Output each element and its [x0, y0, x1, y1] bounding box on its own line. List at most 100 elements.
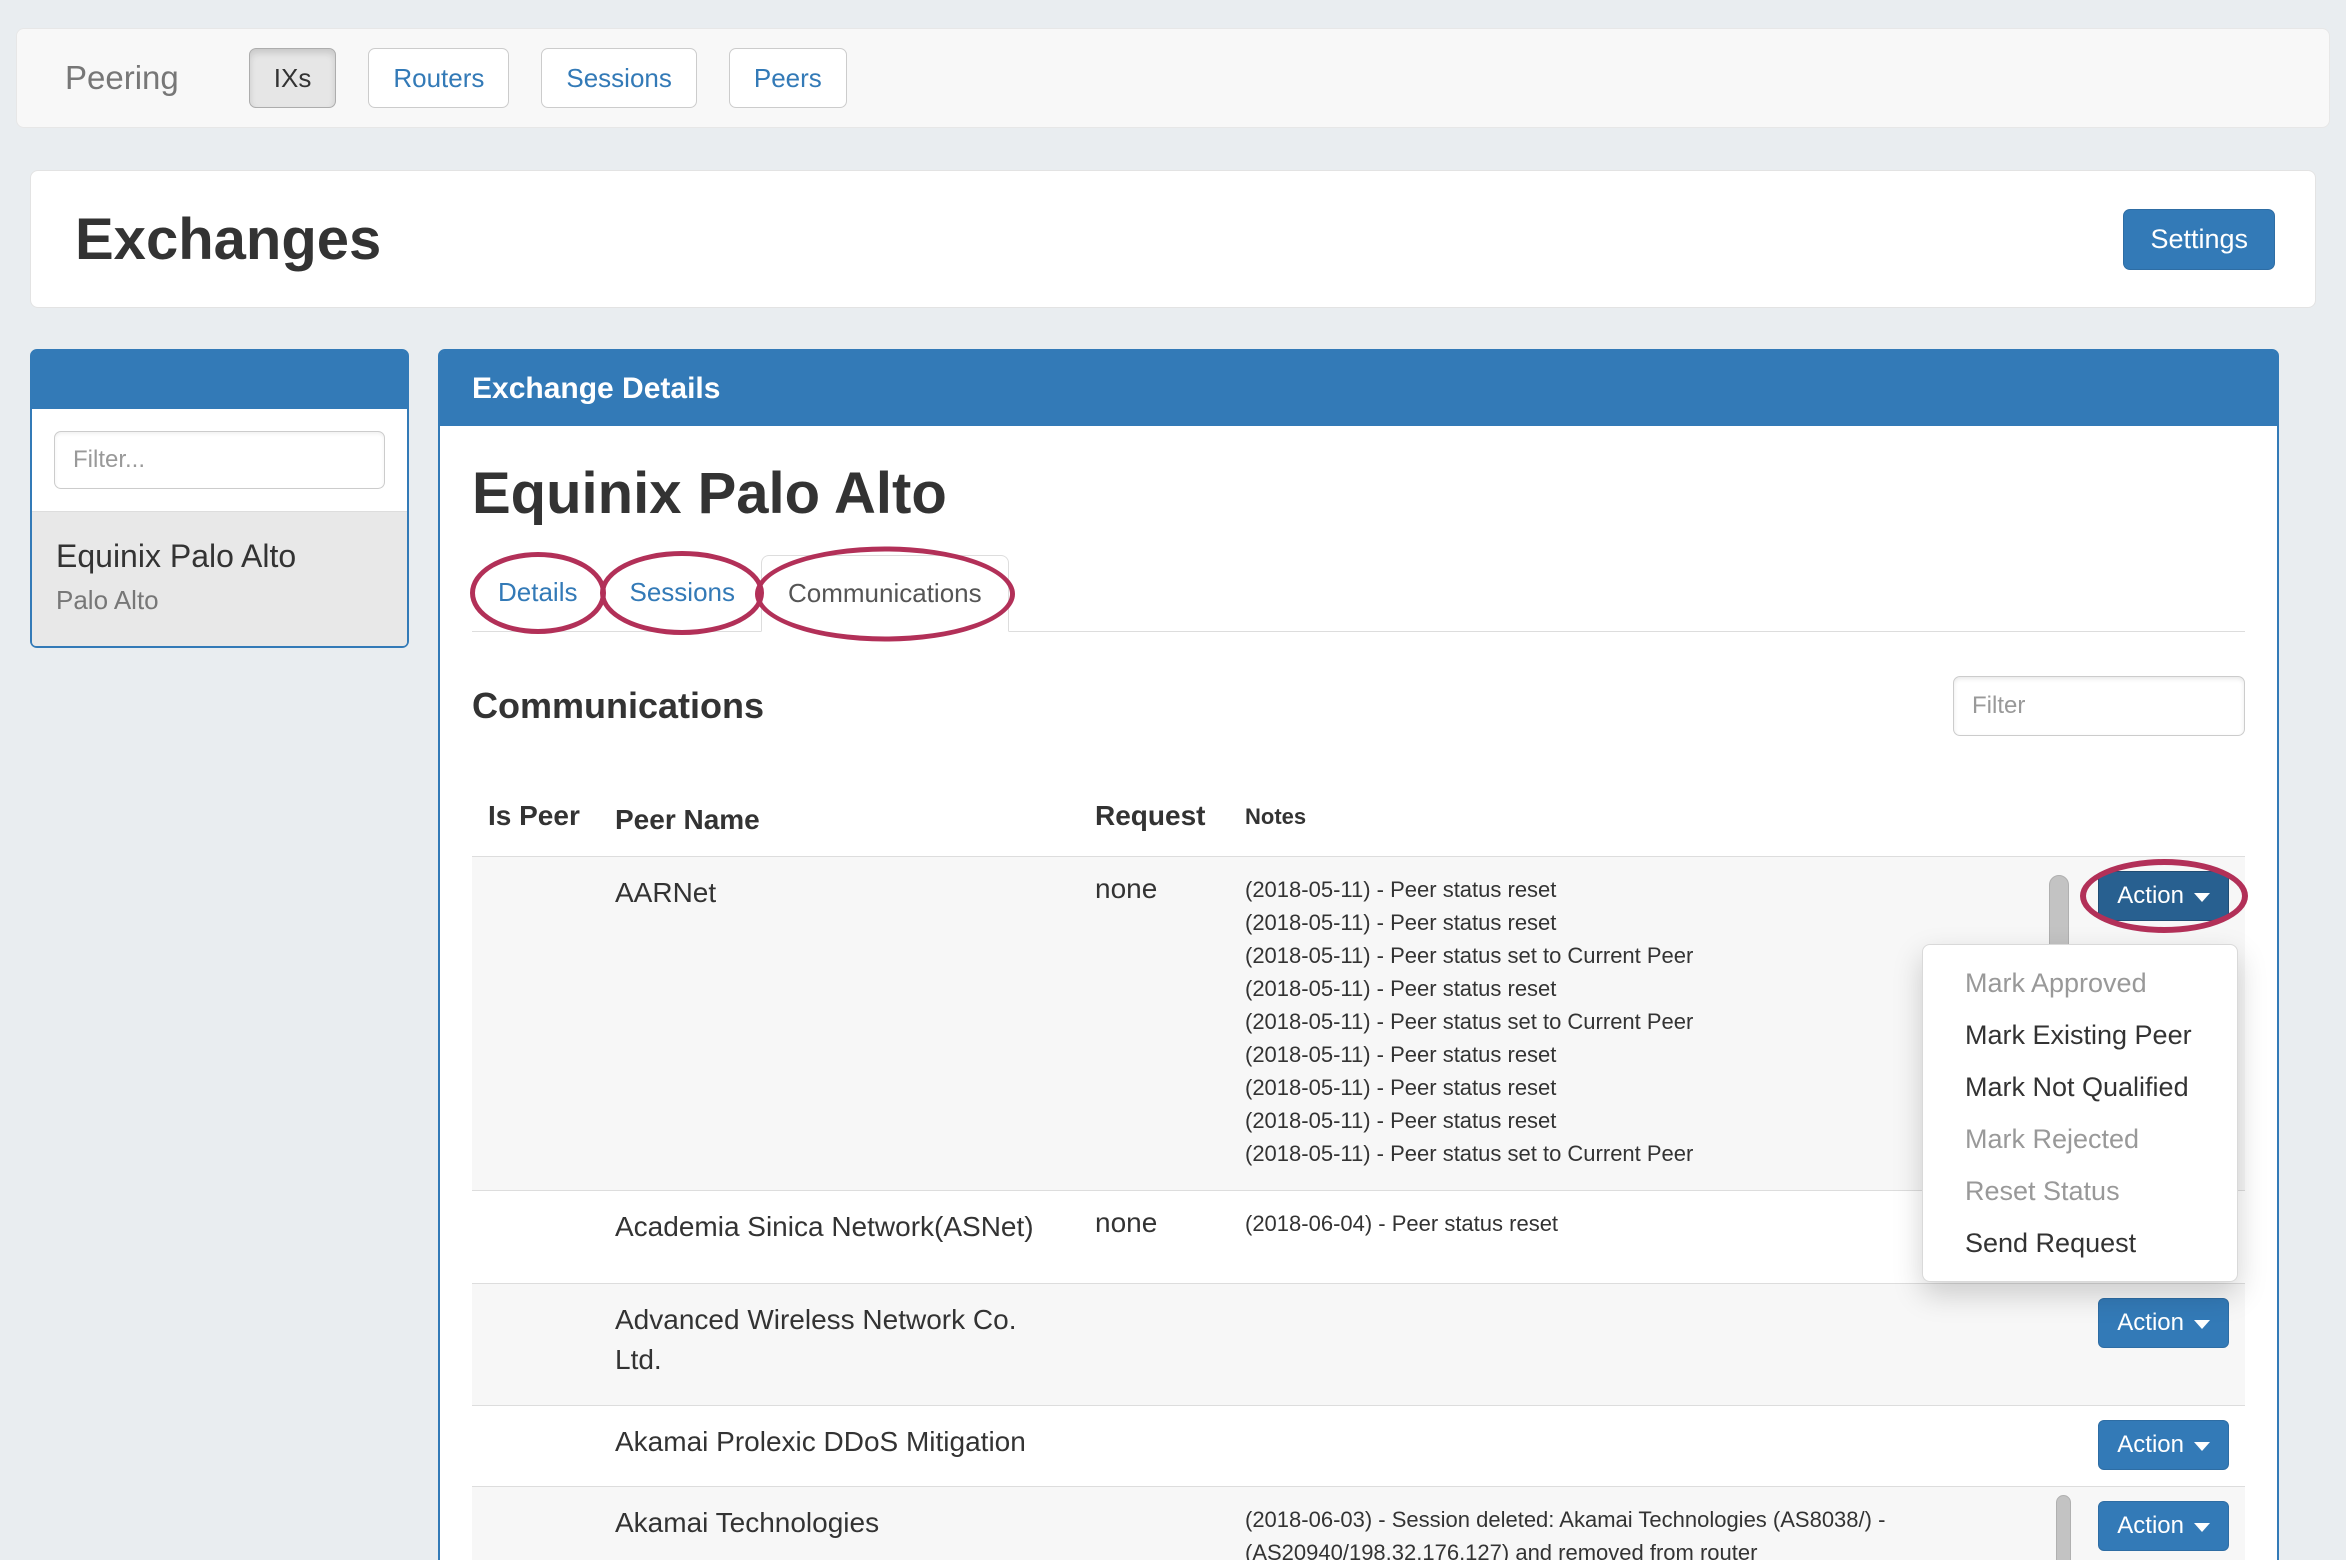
exchange-list-item-location: Palo Alto: [56, 585, 383, 616]
note-line: (2018-05-11) - Peer status reset: [1245, 906, 2039, 939]
column-header-notes: Notes: [1229, 774, 2055, 856]
detail-tabs: Details Sessions Communications: [472, 555, 2245, 632]
content-area: Equinix Palo Alto Palo Alto Exchange Det…: [30, 349, 2279, 1560]
tab-sessions[interactable]: Sessions: [603, 555, 761, 631]
action-button[interactable]: Action: [2098, 1501, 2229, 1551]
chevron-down-icon: [2194, 1442, 2210, 1451]
tab-communications[interactable]: Communications: [761, 555, 1009, 632]
notes-scrollbar-thumb[interactable]: [2056, 1495, 2071, 1560]
table-row: Akamai Prolexic DDoS Mitigation Action: [472, 1405, 2245, 1486]
nav-button-group: IXs Routers Sessions Peers: [249, 48, 847, 108]
action-button-label: Action: [2117, 1431, 2184, 1459]
column-header-request: Request: [1079, 774, 1229, 856]
cell-notes: (2018-06-03) - Session deleted: Akamai T…: [1229, 1487, 2055, 1560]
tab-label-details: Details: [498, 577, 577, 607]
cell-peer-name: AARNet: [599, 857, 1079, 1190]
cell-peer-name: Akamai Prolexic DDoS Mitigation: [599, 1406, 1079, 1486]
table-header-row: Is Peer Peer Name Request Notes: [472, 774, 2245, 856]
action-button-label: Action: [2117, 1512, 2184, 1540]
nav-button-peers[interactable]: Peers: [729, 48, 847, 108]
communications-section-title: Communications: [472, 685, 764, 727]
action-button[interactable]: Action: [2098, 1298, 2229, 1348]
exchange-title: Equinix Palo Alto: [472, 460, 2245, 527]
menu-item-mark-rejected: Mark Rejected: [1923, 1113, 2237, 1165]
note-line: (2018-05-11) - Peer status reset: [1245, 1038, 2039, 1071]
note-line: (2018-05-11) - Peer status reset: [1245, 873, 2039, 906]
menu-item-mark-existing-peer[interactable]: Mark Existing Peer: [1923, 1009, 2237, 1061]
cell-request: none: [1079, 857, 1229, 1190]
cell-is-peer: [472, 1406, 599, 1486]
column-header-peer-name: Peer Name: [599, 774, 1079, 856]
cell-action: Action: [2055, 1284, 2245, 1405]
cell-is-peer: [472, 1191, 599, 1283]
table-row: AARNetnone (2018-05-11) - Peer status res…: [472, 856, 2245, 1190]
action-button-label: Action: [2117, 882, 2184, 910]
communications-table: Is Peer Peer Name Request Notes AARNetno…: [472, 774, 2245, 1560]
tab-label-sessions: Sessions: [629, 577, 735, 607]
action-button-wrap: ActionMark ApprovedMark Existing PeerMar…: [2098, 871, 2229, 921]
chevron-down-icon: [2194, 1320, 2210, 1329]
action-button-wrap: Action: [2098, 1298, 2229, 1348]
nav-button-routers[interactable]: Routers: [368, 48, 509, 108]
cell-peer-name: Advanced Wireless Network Co. Ltd.: [599, 1284, 1079, 1405]
exchange-list-item[interactable]: Equinix Palo Alto Palo Alto: [32, 511, 407, 646]
settings-button[interactable]: Settings: [2123, 209, 2275, 270]
cell-notes: [1229, 1406, 2055, 1486]
column-header-action: [2055, 774, 2245, 856]
menu-item-mark-not-qualified[interactable]: Mark Not Qualified: [1923, 1061, 2237, 1113]
table-row: Advanced Wireless Network Co. Ltd. Action: [472, 1283, 2245, 1405]
action-button[interactable]: Action: [2098, 1420, 2229, 1470]
action-dropdown-menu: Mark ApprovedMark Existing PeerMark Not …: [1922, 944, 2238, 1282]
menu-item-mark-approved: Mark Approved: [1923, 957, 2237, 1009]
top-navbar: Peering IXs Routers Sessions Peers: [16, 28, 2330, 128]
nav-button-ixs[interactable]: IXs: [249, 48, 337, 108]
cell-request: [1079, 1406, 1229, 1486]
action-button[interactable]: Action: [2098, 871, 2229, 921]
exchange-list-item-name: Equinix Palo Alto: [56, 538, 383, 575]
column-header-is-peer: Is Peer: [472, 774, 599, 856]
note-line: (2018-06-04) - Peer status reset: [1245, 1207, 2039, 1240]
table-body: AARNetnone (2018-05-11) - Peer status res…: [472, 856, 2245, 1560]
cell-action: Action: [2055, 1406, 2245, 1486]
action-button-wrap: Action: [2098, 1501, 2229, 1551]
exchange-details-panel: Exchange Details Equinix Palo Alto Detai…: [438, 349, 2279, 1560]
tab-details[interactable]: Details: [472, 555, 603, 631]
menu-item-send-request[interactable]: Send Request: [1923, 1217, 2237, 1269]
cell-is-peer: [472, 857, 599, 1190]
exchange-list-filter-wrap: [32, 409, 407, 511]
cell-request: [1079, 1487, 1229, 1560]
exchange-list-panel-heading: [32, 351, 407, 409]
nav-button-sessions[interactable]: Sessions: [541, 48, 697, 108]
note-line: (2018-05-11) - Peer status reset: [1245, 1071, 2039, 1104]
action-button-label: Action: [2117, 1309, 2184, 1337]
cell-action: ActionMark ApprovedMark Existing PeerMar…: [2055, 857, 2245, 1190]
action-button-wrap: Action: [2098, 1420, 2229, 1470]
exchange-details-body: Equinix Palo Alto Details Sessions Communi…: [440, 426, 2277, 1560]
table-row: Akamai Technologies (2018-06-03) - Sessio…: [472, 1486, 2245, 1560]
note-line: (2018-05-11) - Peer status set to Curren…: [1245, 939, 2039, 972]
cell-notes: [1229, 1284, 2055, 1405]
chevron-down-icon: [2194, 1523, 2210, 1532]
note-line: (2018-05-11) - Peer status set to Curren…: [1245, 1005, 2039, 1038]
cell-peer-name: Akamai Technologies: [599, 1487, 1079, 1560]
brand-peering: Peering: [65, 59, 179, 97]
chevron-down-icon: [2194, 893, 2210, 902]
page-header-card: Exchanges Settings: [30, 170, 2316, 308]
cell-action: Action: [2055, 1487, 2245, 1560]
communications-filter-input[interactable]: [1953, 676, 2245, 736]
menu-item-reset-status: Reset Status: [1923, 1165, 2237, 1217]
cell-request: none: [1079, 1191, 1229, 1283]
note-line: (2018-05-11) - Peer status set to Curren…: [1245, 1137, 2039, 1170]
exchange-details-panel-heading: Exchange Details: [440, 351, 2277, 426]
page-title: Exchanges: [75, 206, 381, 273]
cell-is-peer: [472, 1284, 599, 1405]
cell-request: [1079, 1284, 1229, 1405]
exchange-list-panel: Equinix Palo Alto Palo Alto: [30, 349, 409, 648]
tab-label-communications: Communications: [788, 578, 982, 608]
cell-is-peer: [472, 1487, 599, 1560]
communications-header-row: Communications: [472, 676, 2245, 736]
exchange-filter-input[interactable]: [54, 431, 385, 489]
cell-peer-name: Academia Sinica Network(ASNet): [599, 1191, 1079, 1283]
note-line: (2018-06-03) - Session deleted: Akamai T…: [1245, 1503, 2039, 1560]
note-line: (2018-05-11) - Peer status reset: [1245, 972, 2039, 1005]
